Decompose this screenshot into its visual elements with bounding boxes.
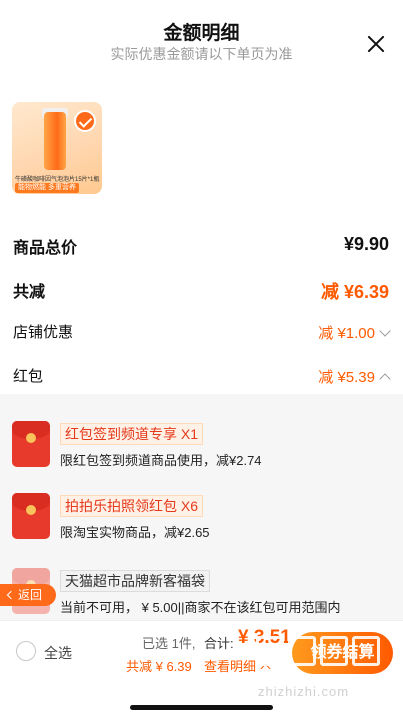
total-price-label: 商品总价 [13, 240, 78, 257]
selected-check-icon[interactable] [74, 110, 96, 132]
red-packet-title: 天猫超市品牌新客福袋 [60, 570, 210, 592]
page-title: 金额明细 [163, 23, 240, 44]
product-tag: 能物燃能 多重营养 [15, 183, 79, 193]
product-thumbnail[interactable]: 牛磺酸咖啡因气泡泡片15片*1瓶 能物燃能 多重营养 [12, 102, 102, 194]
red-packet-label: 红包 [13, 368, 44, 385]
red-packet-desc: 限红包签到频道商品使用，减¥2.74 [60, 453, 262, 468]
red-packet-toggle[interactable]: 减 ¥5.39 [318, 366, 391, 387]
shop-discount-value: 减 ¥1.00 [318, 325, 375, 342]
chevron-up-icon [379, 373, 391, 385]
shop-discount-label: 店铺优惠 [13, 324, 74, 341]
chevron-left-icon [6, 590, 16, 600]
back-button-label: 返回 [18, 588, 43, 602]
page-subtitle: 实际优惠金额请以下单页为准 [110, 46, 293, 62]
watermark-text: zhizhizhi.com [258, 684, 350, 699]
product-caption: 牛磺酸咖啡因气泡泡片15片*1瓶 [15, 177, 100, 183]
select-all-radio[interactable] [16, 641, 36, 661]
red-packet-title: 拍拍乐拍照领红包 X6 [60, 495, 204, 517]
product-tube-image [44, 112, 66, 170]
red-packet-desc: 限淘宝实物商品，减¥2.65 [60, 525, 210, 540]
red-packet-icon [12, 493, 50, 539]
select-all-label[interactable]: 全选 [44, 643, 72, 663]
total-label: 合计: [204, 636, 234, 651]
total-reduce-label: 共减 [13, 284, 46, 301]
selected-count: 已选 1件, [142, 636, 196, 651]
bottom-reduce: 共减 ¥ 6.39 [126, 659, 192, 674]
red-packet-desc: 当前不可用， ¥ 5.00||商家不在该红包可用范围内 [60, 600, 341, 615]
total-price-value: ¥9.90 [343, 234, 389, 254]
view-detail-label: 查看明细 [204, 659, 257, 674]
close-icon[interactable] [362, 30, 390, 58]
home-indicator [130, 705, 273, 710]
watermark-logo [256, 636, 396, 676]
red-packet-icon [12, 421, 50, 467]
shop-discount-toggle[interactable]: 减 ¥1.00 [318, 322, 391, 343]
red-packet-title: 红包签到频道专享 X1 [60, 423, 204, 445]
red-packet-value: 减 ¥5.39 [318, 369, 375, 386]
back-button[interactable]: 返回 [0, 584, 56, 606]
total-reduce-value: 减 ¥6.39 [320, 282, 389, 302]
chevron-down-icon [379, 325, 391, 337]
